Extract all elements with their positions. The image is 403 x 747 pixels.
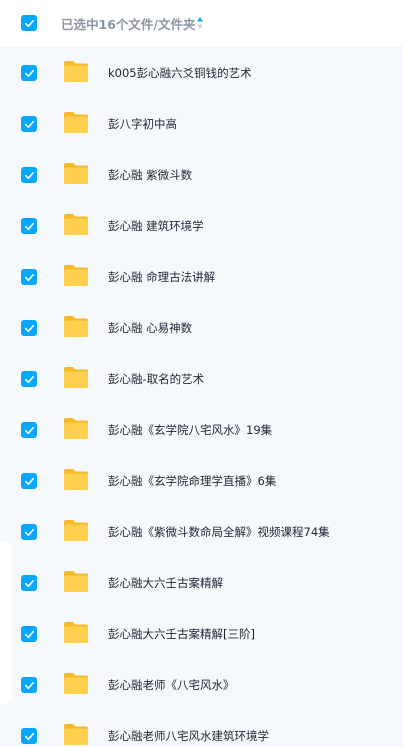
file-name[interactable]: 彭心融《紫微斗数命局全解》视频课程74集 — [108, 524, 330, 540]
sort-icon[interactable] — [196, 15, 204, 31]
file-row[interactable]: 彭八字初中高 — [0, 98, 403, 149]
check-icon — [24, 222, 34, 230]
row-checkbox[interactable] — [21, 524, 37, 540]
check-icon — [24, 375, 34, 383]
folder-icon — [64, 520, 88, 541]
file-name[interactable]: 彭心融《玄学院命理学直播》6集 — [108, 473, 276, 489]
row-checkbox[interactable] — [21, 320, 37, 336]
file-row[interactable]: 彭心融《玄学院命理学直播》6集 — [0, 455, 403, 506]
selection-count-label: 已选中16个文件/文件夹 — [61, 17, 196, 32]
check-icon — [24, 732, 34, 740]
file-row[interactable]: 彭心融 命理古法讲解 — [0, 251, 403, 302]
folder-icon — [64, 622, 88, 643]
folder-icon — [64, 316, 88, 337]
file-list-panel: 已选中16个文件/文件夹 k005彭心融六爻铜钱的艺术 彭八字初中高 彭心融 紫微斗… — [0, 0, 403, 747]
row-checkbox[interactable] — [21, 422, 37, 438]
file-name[interactable]: 彭心融 建筑环境学 — [108, 218, 204, 234]
file-row[interactable]: 彭心融 紫微斗数 — [0, 149, 403, 200]
file-list: k005彭心融六爻铜钱的艺术 彭八字初中高 彭心融 紫微斗数 彭心融 建筑环境学 彭心融… — [0, 47, 403, 747]
folder-icon — [64, 724, 88, 745]
check-icon — [24, 69, 34, 77]
row-checkbox[interactable] — [21, 626, 37, 642]
file-name[interactable]: k005彭心融六爻铜钱的艺术 — [108, 65, 252, 81]
row-checkbox[interactable] — [21, 218, 37, 234]
file-row[interactable]: k005彭心融六爻铜钱的艺术 — [0, 47, 403, 98]
file-row[interactable]: 彭心融 建筑环境学 — [0, 200, 403, 251]
file-name[interactable]: 彭心融 紫微斗数 — [108, 167, 192, 183]
file-name[interactable]: 彭心融《玄学院八宅风水》19集 — [108, 422, 272, 438]
file-row[interactable]: 彭心融大六壬古案精解[三阶] — [0, 608, 403, 659]
file-name[interactable]: 彭心融 心易神数 — [108, 320, 192, 336]
row-checkbox[interactable] — [21, 116, 37, 132]
check-icon — [24, 324, 34, 332]
check-icon — [24, 273, 34, 281]
select-all-checkbox[interactable] — [21, 15, 37, 31]
row-checkbox[interactable] — [21, 677, 37, 693]
file-row[interactable]: 彭心融大六壬古案精解 — [0, 557, 403, 608]
check-icon — [24, 630, 34, 638]
check-icon — [24, 426, 34, 434]
row-checkbox[interactable] — [21, 575, 37, 591]
file-name[interactable]: 彭心融老师《八宅风水》 — [108, 677, 235, 693]
folder-icon — [64, 265, 88, 286]
row-checkbox[interactable] — [21, 167, 37, 183]
file-name[interactable]: 彭八字初中高 — [108, 116, 177, 132]
check-icon — [24, 171, 34, 179]
file-row[interactable]: 彭心融 心易神数 — [0, 302, 403, 353]
file-row[interactable]: 彭心融老师八宅风水建筑环境学 — [0, 710, 403, 747]
folder-icon — [64, 418, 88, 439]
check-icon — [24, 681, 34, 689]
folder-icon — [64, 673, 88, 694]
selection-header: 已选中16个文件/文件夹 — [0, 0, 403, 47]
file-row[interactable]: 彭心融-取名的艺术 — [0, 353, 403, 404]
folder-icon — [64, 571, 88, 592]
file-name[interactable]: 彭心融大六壬古案精解 — [108, 575, 223, 591]
folder-icon — [64, 112, 88, 133]
row-checkbox[interactable] — [21, 473, 37, 489]
file-row[interactable]: 彭心融老师《八宅风水》 — [0, 659, 403, 710]
file-name[interactable]: 彭心融-取名的艺术 — [108, 371, 204, 387]
file-name[interactable]: 彭心融大六壬古案精解[三阶] — [108, 626, 255, 642]
row-checkbox[interactable] — [21, 371, 37, 387]
row-checkbox[interactable] — [21, 269, 37, 285]
folder-icon — [64, 367, 88, 388]
check-icon — [24, 477, 34, 485]
check-icon — [24, 19, 34, 27]
file-row[interactable]: 彭心融《玄学院八宅风水》19集 — [0, 404, 403, 455]
check-icon — [24, 120, 34, 128]
folder-icon — [64, 214, 88, 235]
side-drag-handle[interactable] — [0, 541, 12, 704]
row-checkbox[interactable] — [21, 65, 37, 81]
file-row[interactable]: 彭心融《紫微斗数命局全解》视频课程74集 — [0, 506, 403, 557]
folder-icon — [64, 163, 88, 184]
check-icon — [24, 528, 34, 536]
file-name[interactable]: 彭心融老师八宅风水建筑环境学 — [108, 728, 269, 744]
folder-icon — [64, 469, 88, 490]
check-icon — [24, 579, 34, 587]
file-name[interactable]: 彭心融 命理古法讲解 — [108, 269, 215, 285]
folder-icon — [64, 61, 88, 82]
row-checkbox[interactable] — [21, 728, 37, 744]
